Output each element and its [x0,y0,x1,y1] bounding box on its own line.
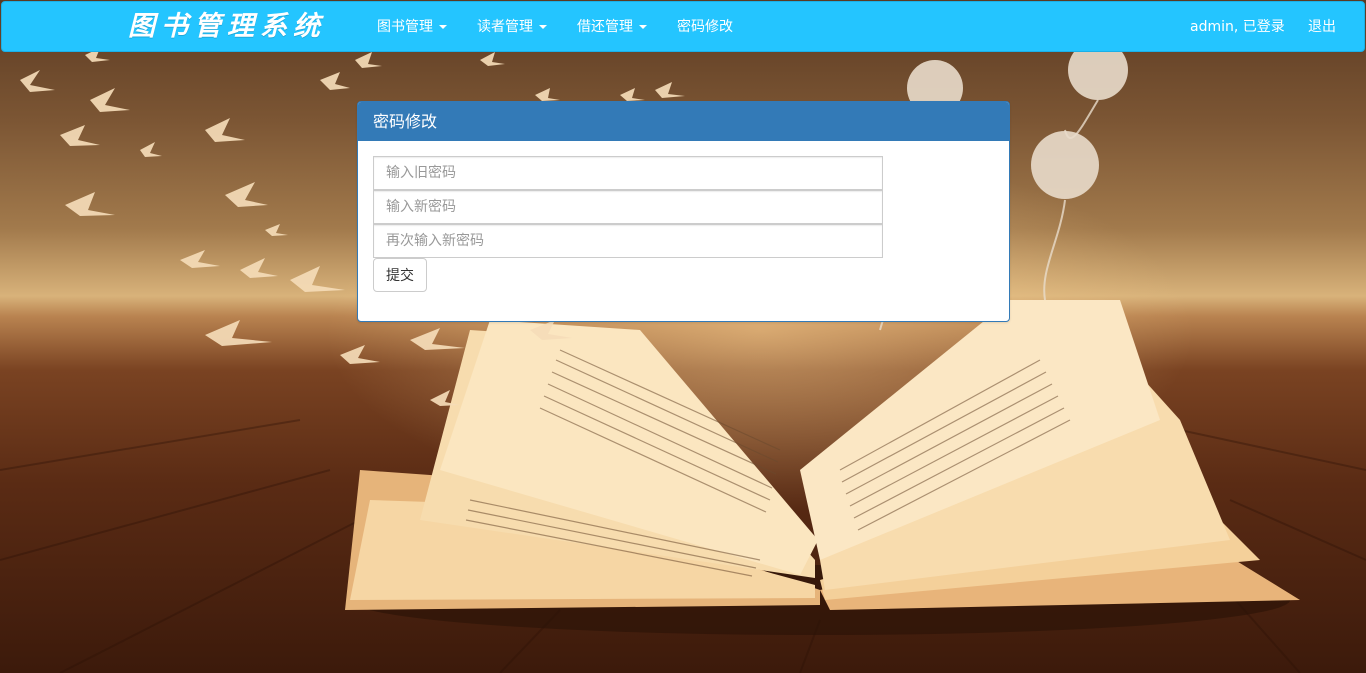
nav-menu-reader-management[interactable]: 读者管理 [477,2,547,53]
nav-menu-label: 图书管理 [377,19,433,35]
nav-menu-label: 借还管理 [577,19,633,35]
nav-menu-borrow-return[interactable]: 借还管理 [577,2,647,53]
nav-menu-change-password[interactable]: 密码修改 [677,2,733,53]
top-navbar: 图书管理系统 图书管理 读者管理 借还管理 密码修改 admin, 已登录 退出 [1,1,1365,52]
caret-down-icon [639,25,647,29]
brand-logo[interactable]: 图书管理系统 [128,9,326,45]
panel-title: 密码修改 [358,102,1009,141]
user-status[interactable]: admin, 已登录 [1190,2,1285,53]
change-password-form: 提交 [358,141,1009,307]
submit-button[interactable]: 提交 [373,258,427,292]
nav-menu-label: 密码修改 [677,19,733,35]
change-password-panel: 密码修改 提交 [357,101,1010,322]
old-password-input[interactable] [373,156,883,190]
confirm-password-input[interactable] [373,224,883,258]
caret-down-icon [439,25,447,29]
nav-menu-book-management[interactable]: 图书管理 [377,2,447,53]
nav-menu-label: 读者管理 [477,19,533,35]
new-password-input[interactable] [373,190,883,224]
caret-down-icon [539,25,547,29]
logout-link[interactable]: 退出 [1308,2,1336,53]
